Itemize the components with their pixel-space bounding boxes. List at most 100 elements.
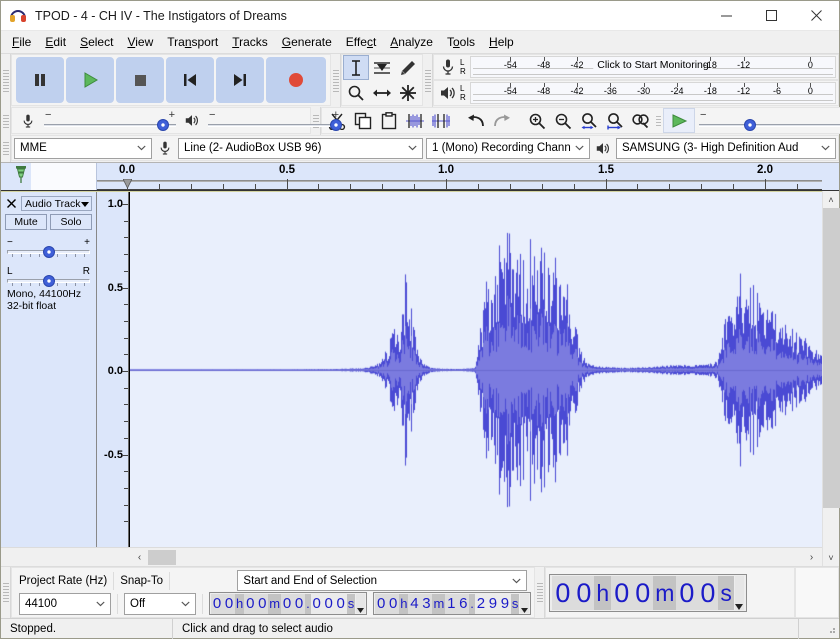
transport-toolbar-grip[interactable] — [1, 54, 11, 107]
recording-meter-bar[interactable]: Click to Start Monitoring -54 -48 -42 -18 -1… — [470, 56, 836, 78]
selection-tool[interactable] — [343, 55, 369, 80]
playhead-marker[interactable] — [122, 178, 133, 190]
solo-button[interactable]: Solo — [50, 214, 92, 230]
fit-selection-to-width-button[interactable] — [576, 108, 602, 133]
trim-audio-outside-selection-button[interactable] — [402, 108, 428, 133]
recording-device-combo[interactable]: Line (2- AudioBox USB 96) — [178, 137, 423, 159]
audio-host-combo[interactable]: MME — [14, 137, 152, 159]
menu-generate[interactable]: Generate — [275, 33, 339, 51]
pos-h2: 0 — [573, 575, 595, 610]
menu-select[interactable]: Select — [73, 33, 120, 51]
fit-project-to-width-button[interactable] — [602, 108, 628, 133]
play-speed-slider[interactable]: − + — [699, 108, 840, 132]
track-vertical-ruler[interactable]: 1.0 0.5 0.0 -0.5 — [97, 192, 129, 550]
selection-start-time[interactable]: 0 0 h 0 0 m 0 0 . 0 0 0 s — [209, 592, 368, 615]
draw-tool[interactable] — [395, 55, 421, 80]
selection-toolbar-grip[interactable] — [1, 567, 11, 618]
playback-volume-slider[interactable]: − + — [208, 109, 343, 132]
tools-toolbar-grip[interactable] — [331, 54, 341, 107]
horizontal-scrollbar[interactable]: ‹ › — [1, 547, 822, 566]
menu-view[interactable]: View — [120, 33, 160, 51]
playback-device-combo[interactable]: SAMSUNG (3- High Definition Aud — [616, 137, 836, 159]
play-speed-minus: − — [700, 108, 707, 121]
play-speed-thumb[interactable] — [744, 118, 757, 131]
meter-tick-label: -24 — [670, 86, 684, 96]
vertical-scroll-thumb[interactable] — [822, 208, 840, 508]
track-gain-slider[interactable]: − + — [5, 237, 92, 259]
playback-meter-toolbar[interactable]: LR -54 -48 -42 -36 -30 -24 -18 -12 -6 0 — [433, 80, 839, 106]
menu-analyze[interactable]: Analyze — [383, 33, 440, 51]
multi-tool[interactable] — [395, 80, 421, 105]
device-toolbar-grip[interactable] — [1, 135, 11, 162]
recording-volume-slider[interactable]: − + — [44, 109, 176, 132]
stop-button[interactable] — [116, 57, 164, 103]
chevron-down-icon — [92, 601, 108, 607]
project-rate-combo[interactable]: 44100 — [19, 592, 111, 615]
track-pan-slider[interactable]: L R — [5, 266, 92, 288]
menu-bar: File Edit Select View Transport Tracks G… — [1, 31, 839, 53]
meter-toolbar-grip[interactable] — [423, 54, 433, 107]
scroll-up-arrow[interactable]: ˄ — [823, 191, 840, 208]
menu-help[interactable]: Help — [482, 33, 521, 51]
record-button[interactable] — [266, 57, 326, 103]
recording-volume-thumb[interactable] — [156, 118, 169, 131]
close-button[interactable] — [794, 1, 839, 31]
scroll-left-arrow[interactable]: ‹ — [131, 549, 148, 566]
sel-end-spinner[interactable] — [520, 594, 530, 613]
sel-start-spinner[interactable] — [356, 594, 366, 613]
menu-file[interactable]: File — [5, 33, 38, 51]
vertical-scroll-track[interactable] — [822, 208, 840, 549]
start-monitoring-label[interactable]: Click to Start Monitoring — [593, 59, 713, 71]
skip-to-end-button[interactable] — [216, 57, 264, 103]
vertical-scrollbar[interactable]: ˄ ˅ — [822, 191, 840, 566]
horizontal-scroll-thumb[interactable] — [148, 550, 176, 565]
redo-button[interactable] — [489, 108, 515, 133]
timeline-ruler[interactable]: 0.0 0.5 1.0 1.5 2.0 — [1, 162, 839, 190]
play-at-speed-button[interactable] — [663, 108, 695, 133]
audio-position-spinner[interactable] — [734, 575, 744, 610]
pan-thumb[interactable] — [42, 275, 55, 287]
scroll-down-arrow[interactable]: ˅ — [823, 549, 840, 566]
minimize-button[interactable] — [704, 1, 749, 31]
track-name-dropdown[interactable]: Audio Track — [21, 196, 92, 211]
recording-channels-combo[interactable]: 1 (Mono) Recording Channel — [426, 137, 590, 159]
undo-button[interactable] — [463, 108, 489, 133]
pause-button[interactable] — [16, 57, 64, 103]
recording-meter-toolbar[interactable]: LR Click to Start Monitoring -54 -48 -42 -1… — [433, 54, 839, 80]
time-toolbar-grip[interactable] — [535, 567, 546, 618]
zoom-out-button[interactable] — [550, 108, 576, 133]
zoom-toggle-button[interactable] — [628, 108, 654, 133]
waveform-display[interactable] — [129, 192, 822, 550]
paste-button[interactable] — [376, 108, 402, 133]
playback-volume-thumb[interactable] — [330, 118, 343, 131]
menu-transport[interactable]: Transport — [160, 33, 225, 51]
mute-button[interactable]: Mute — [5, 214, 47, 230]
scroll-right-arrow[interactable]: › — [803, 549, 820, 566]
waveform-canvas[interactable] — [130, 192, 822, 550]
audio-position-time[interactable]: 0 0 h 0 0 m 0 0 s — [549, 573, 747, 612]
pinned-play-head-icon[interactable] — [13, 165, 29, 188]
menu-edit[interactable]: Edit — [38, 33, 73, 51]
time-shift-tool[interactable] — [369, 80, 395, 105]
zoom-tool[interactable] — [343, 80, 369, 105]
menu-tools[interactable]: Tools — [440, 33, 482, 51]
skip-to-start-button[interactable] — [166, 57, 214, 103]
copy-button[interactable] — [350, 108, 376, 133]
playback-meter-bar[interactable]: -54 -48 -42 -36 -30 -24 -18 -12 -6 0 — [470, 82, 836, 104]
silence-audio-selection-button[interactable] — [428, 108, 454, 133]
maximize-button[interactable] — [749, 1, 794, 31]
gain-thumb[interactable] — [42, 246, 55, 258]
play-at-speed-toolbar-grip[interactable] — [654, 108, 663, 133]
zoom-in-button[interactable] — [524, 108, 550, 133]
close-icon[interactable] — [5, 197, 18, 210]
snap-to-combo[interactable]: Off — [124, 592, 196, 615]
resize-grip[interactable] — [799, 619, 839, 639]
envelope-tool[interactable] — [369, 55, 395, 80]
menu-tracks[interactable]: Tracks — [225, 33, 275, 51]
menu-effect[interactable]: Effect — [339, 33, 383, 51]
selection-mode-combo[interactable]: Start and End of Selection — [237, 570, 528, 591]
timeline-ruler-scale[interactable]: 0.0 0.5 1.0 1.5 2.0 — [97, 163, 822, 190]
mixer-toolbar-grip[interactable] — [1, 107, 11, 135]
selection-end-time[interactable]: 0 0 h 4 3 m 1 6 . 2 9 9 s — [373, 592, 532, 615]
play-button[interactable] — [66, 57, 114, 103]
